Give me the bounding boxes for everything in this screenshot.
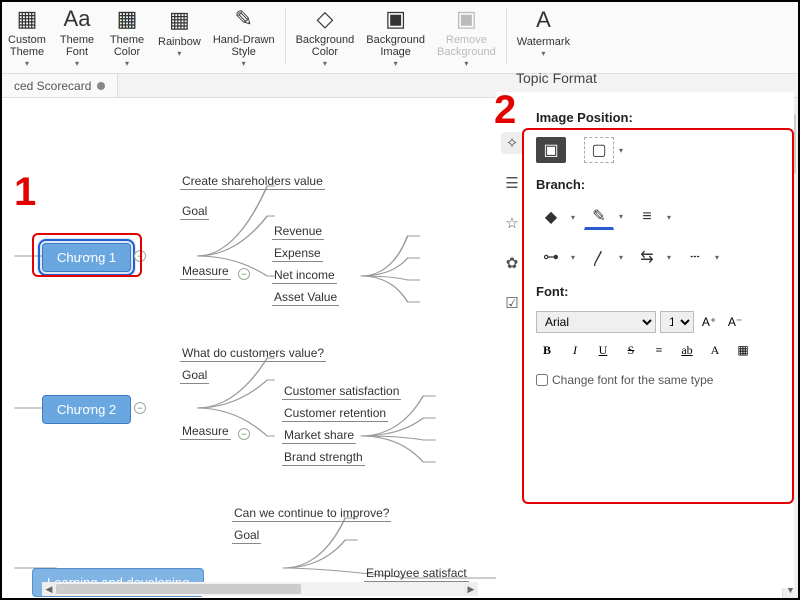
- rainbow-icon: ▦: [169, 6, 190, 34]
- theme-icon: ▦: [117, 6, 138, 32]
- scroll-right-icon[interactable]: ▶: [464, 582, 478, 596]
- format-panel: Topic Format ✧ ☰ ☆ ✿ ☑ Image Position: ▣…: [496, 92, 794, 588]
- panel-tab-star-icon[interactable]: ☆: [501, 212, 523, 234]
- node-text[interactable]: What do customers value?: [180, 346, 326, 362]
- ribbon-toolbar: ▦CustomTheme▾AaThemeFont▾▦ThemeColor▾▦Ra…: [2, 2, 798, 74]
- expander-measure2[interactable]: [238, 428, 250, 440]
- node-text[interactable]: Create shareholders value: [180, 174, 325, 190]
- section-image-position: Image Position:: [536, 110, 784, 125]
- branch-curve-button[interactable]: 〳▾: [584, 244, 614, 270]
- node-text[interactable]: Customer satisfaction: [282, 384, 401, 400]
- custom-icon: ▦: [17, 6, 38, 32]
- watermark-icon: A: [536, 6, 551, 34]
- node-text[interactable]: Net income: [272, 268, 337, 284]
- scroll-left-icon[interactable]: ◀: [42, 582, 56, 596]
- node-text[interactable]: Measure: [180, 264, 231, 280]
- theme-icon: Aa: [64, 6, 91, 32]
- chevron-down-icon: ▾: [25, 59, 29, 68]
- ribbon-theme-color[interactable]: ▦ThemeColor▾: [102, 4, 152, 69]
- panel-tab-style-icon[interactable]: ✧: [501, 132, 523, 154]
- chevron-down-icon: ▾: [464, 59, 468, 68]
- ribbon-remove-background: ▣RemoveBackground▾: [431, 4, 502, 69]
- section-font: Font:: [536, 284, 784, 299]
- panel-tab-strip: ✧ ☰ ☆ ✿ ☑: [496, 132, 528, 314]
- panel-tab-clover-icon[interactable]: ✿: [501, 252, 523, 274]
- more-format-button[interactable]: ▦: [732, 339, 754, 361]
- node-text[interactable]: Revenue: [272, 224, 324, 240]
- expander-ch2[interactable]: [134, 402, 146, 414]
- ribbon-background-color[interactable]: ◇BackgroundColor▾: [290, 4, 361, 69]
- node-text[interactable]: Measure: [180, 424, 231, 440]
- expander-ch1[interactable]: [134, 250, 146, 262]
- node-text[interactable]: Customer retention: [282, 406, 388, 422]
- same-type-label: Change font for the same type: [552, 373, 713, 387]
- chevron-down-icon: ▾: [125, 59, 129, 68]
- same-type-checkbox[interactable]: [536, 374, 548, 386]
- panel-tab-check-icon[interactable]: ☑: [501, 292, 523, 314]
- panel-tab-list-icon[interactable]: ☰: [501, 172, 523, 194]
- chevron-down-icon: ▾: [177, 49, 181, 58]
- branch-edit-button[interactable]: ✎▾: [584, 204, 614, 230]
- background-icon: ◇: [316, 6, 333, 32]
- remove-icon: ▣: [456, 6, 477, 32]
- image-position-outline-button[interactable]: ▢▾: [584, 137, 614, 163]
- node-chapter-2[interactable]: Chương 2: [42, 395, 131, 424]
- font-size-select[interactable]: 12: [660, 311, 694, 333]
- branch-connector-button[interactable]: ⊶▾: [536, 244, 566, 270]
- highlight-button[interactable]: ab: [676, 339, 698, 361]
- tab-modified-dot: [97, 82, 105, 90]
- chevron-down-icon: ▾: [394, 59, 398, 68]
- branch-spacing-button[interactable]: ⇆▾: [632, 244, 662, 270]
- node-text[interactable]: Brand strength: [282, 450, 365, 466]
- image-position-solid-button[interactable]: ▣: [536, 137, 566, 163]
- tab-scorecard[interactable]: ced Scorecard: [2, 74, 118, 97]
- ribbon-theme-font[interactable]: AaThemeFont▾: [52, 4, 102, 69]
- node-text[interactable]: Expense: [272, 246, 323, 262]
- node-chapter-1[interactable]: Chương 1: [42, 243, 131, 272]
- ribbon-rainbow[interactable]: ▦Rainbow▾: [152, 4, 207, 69]
- chevron-down-icon: ▾: [242, 59, 246, 68]
- panel-title: Topic Format: [516, 70, 597, 86]
- align-button[interactable]: ≡: [648, 339, 670, 361]
- strike-button[interactable]: S: [620, 339, 642, 361]
- ribbon-watermark[interactable]: AWatermark▾: [511, 4, 576, 69]
- node-text[interactable]: Goal: [232, 528, 261, 544]
- font-family-select[interactable]: Arial: [536, 311, 656, 333]
- underline-button[interactable]: U: [592, 339, 614, 361]
- branch-line-weight-button[interactable]: ≡▾: [632, 204, 662, 230]
- bold-button[interactable]: B: [536, 339, 558, 361]
- node-text[interactable]: Goal: [180, 204, 209, 220]
- annotation-marker-1: 1: [14, 170, 36, 215]
- horizontal-scrollbar[interactable]: ◀ ▶: [42, 582, 478, 596]
- ribbon-background-image[interactable]: ▣BackgroundImage▾: [360, 4, 431, 69]
- same-type-checkbox-row[interactable]: Change font for the same type: [536, 373, 784, 387]
- node-text[interactable]: Can we continue to improve?: [232, 506, 391, 522]
- expander-measure1[interactable]: [238, 268, 250, 280]
- hand-drawn-icon: ✎: [234, 6, 252, 32]
- font-shrink-button[interactable]: A⁻: [724, 311, 746, 333]
- italic-button[interactable]: I: [564, 339, 586, 361]
- chevron-down-icon: ▾: [323, 59, 327, 68]
- annotation-marker-2: 2: [494, 88, 516, 133]
- branch-fill-button[interactable]: ◆▾: [536, 204, 566, 230]
- node-text[interactable]: Employee satisfact: [364, 566, 469, 582]
- chevron-down-icon: ▾: [541, 49, 545, 58]
- background-icon: ▣: [385, 6, 406, 32]
- chevron-down-icon: ▾: [75, 59, 79, 68]
- font-grow-button[interactable]: A⁺: [698, 311, 720, 333]
- node-text[interactable]: Market share: [282, 428, 356, 444]
- node-text[interactable]: Goal: [180, 368, 209, 384]
- node-text[interactable]: Asset Value: [272, 290, 339, 306]
- tab-label: ced Scorecard: [14, 79, 91, 93]
- font-color-button[interactable]: A: [704, 339, 726, 361]
- section-branch: Branch:: [536, 177, 784, 192]
- ribbon-custom-theme[interactable]: ▦CustomTheme▾: [2, 4, 52, 69]
- ribbon-hand-drawn-style[interactable]: ✎Hand-DrawnStyle▾: [207, 4, 281, 69]
- branch-dash-button[interactable]: ┄▾: [680, 244, 710, 270]
